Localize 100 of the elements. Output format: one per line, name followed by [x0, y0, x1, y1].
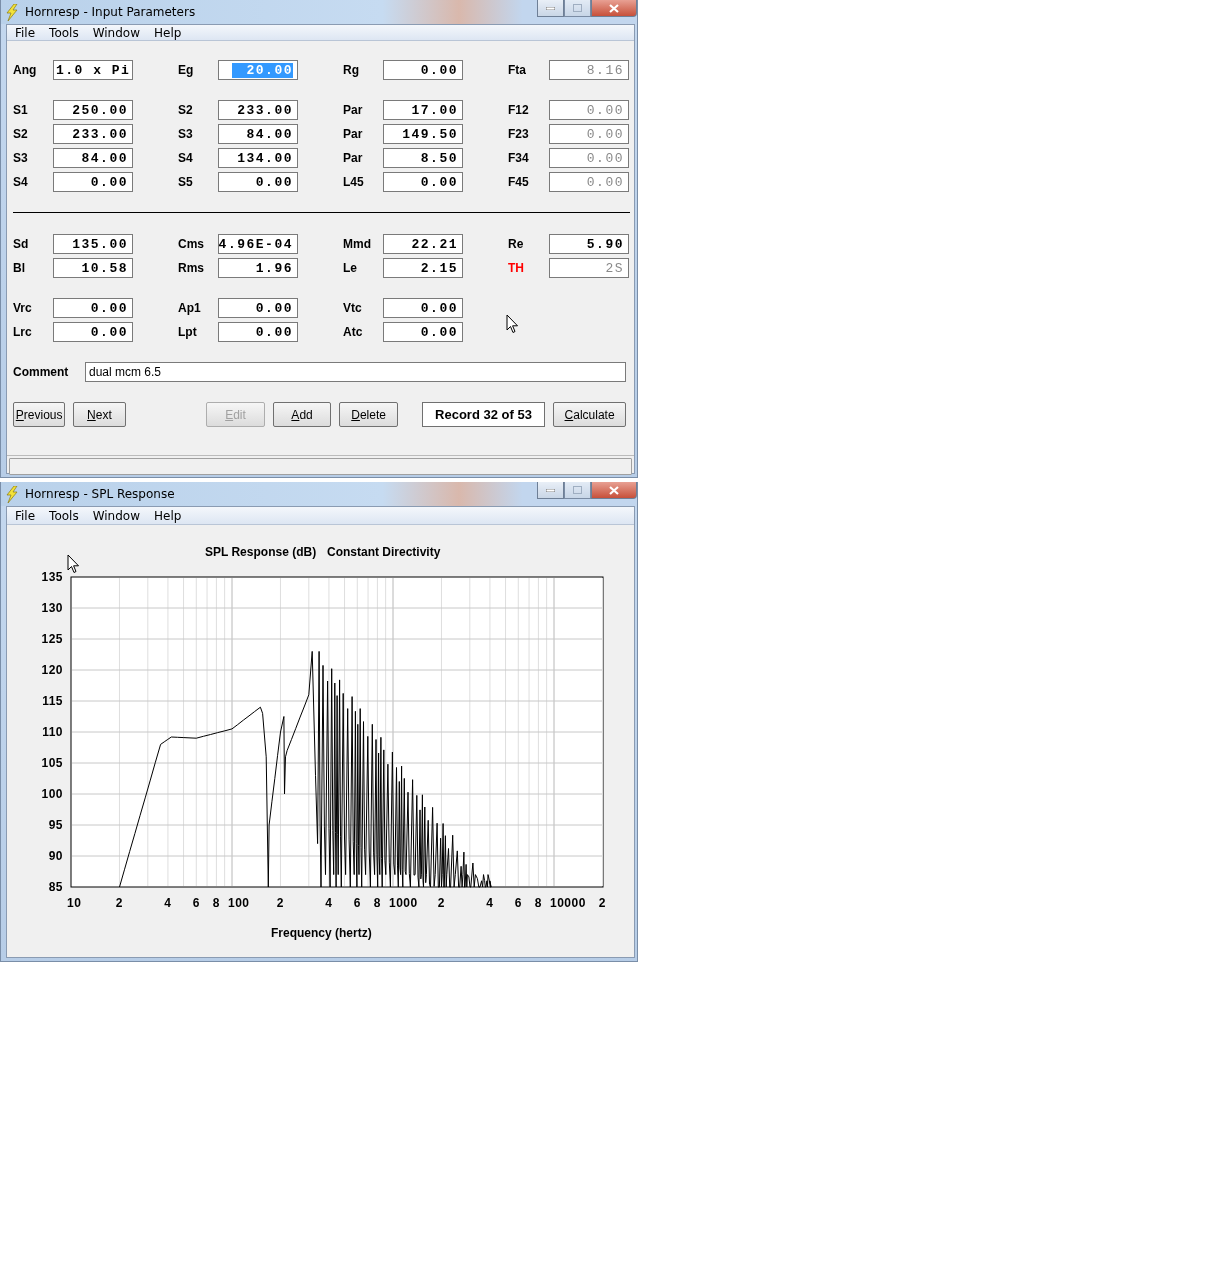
- x-tick-label: 6: [514, 896, 522, 910]
- input-field[interactable]: 0.00: [218, 298, 298, 318]
- field-label: S5: [177, 175, 194, 189]
- field-label: Bl: [13, 261, 26, 275]
- input-field[interactable]: 0.00: [383, 322, 463, 342]
- y-tick-label: 110: [42, 725, 63, 739]
- input-field[interactable]: 0.00: [53, 298, 133, 318]
- field-label: Par: [342, 103, 364, 117]
- maximize-icon: [573, 4, 582, 12]
- field-label: L45: [342, 175, 365, 189]
- field-label: TH: [507, 261, 525, 275]
- input-field[interactable]: 233.00: [53, 124, 133, 144]
- field-label: F23: [507, 127, 530, 141]
- maximize-button[interactable]: [564, 482, 591, 499]
- y-tick-label: 95: [48, 818, 63, 832]
- input-field[interactable]: 0.00: [383, 172, 463, 192]
- menu-item[interactable]: Help: [147, 508, 189, 523]
- input-field[interactable]: 149.50: [383, 124, 463, 144]
- minimize-button[interactable]: [537, 482, 564, 499]
- input-field[interactable]: 5.90: [549, 234, 629, 254]
- field-label: Mmd: [342, 237, 372, 251]
- push-button[interactable]: Delete: [339, 402, 398, 427]
- input-field[interactable]: 0.00: [383, 60, 463, 80]
- field-label: Lpt: [177, 325, 198, 339]
- input-field[interactable]: 250.00: [53, 100, 133, 120]
- x-tick-label: 2: [598, 896, 607, 910]
- menu-item[interactable]: Help: [147, 25, 189, 40]
- comment-field[interactable]: dual mcm 6.5: [85, 362, 626, 382]
- y-tick-label: 105: [41, 756, 63, 770]
- field-label: S3: [177, 127, 194, 141]
- field-label: S1: [13, 103, 29, 117]
- input-field[interactable]: 134.00: [218, 148, 298, 168]
- x-tick-label: 2: [115, 896, 124, 910]
- field-label: Rg: [342, 63, 360, 77]
- field-label: F12: [507, 103, 530, 117]
- menu-item[interactable]: File: [8, 25, 43, 40]
- x-tick-label: 8: [212, 896, 220, 910]
- input-field[interactable]: 84.00: [53, 148, 133, 168]
- menu-item[interactable]: Tools: [42, 508, 86, 523]
- x-tick-label: 8: [373, 896, 381, 910]
- field-label: Par: [342, 151, 364, 165]
- input-field[interactable]: 0.00: [218, 172, 298, 192]
- y-tick-label: 125: [41, 632, 63, 646]
- input-field[interactable]: 0.00: [383, 298, 463, 318]
- x-tick-label: 6: [353, 896, 361, 910]
- field-label: Le: [342, 261, 358, 275]
- field-label: F45: [507, 175, 530, 189]
- input-field[interactable]: 0.00: [53, 322, 133, 342]
- menu-item[interactable]: Tools: [42, 25, 86, 40]
- field-label: Eg: [177, 63, 195, 77]
- input-field[interactable]: 84.00: [218, 124, 298, 144]
- x-tick-label: 2: [276, 896, 285, 910]
- menu-item[interactable]: Window: [85, 508, 147, 523]
- close-icon: [609, 3, 619, 13]
- field-label: S4: [13, 175, 29, 189]
- y-tick-label: 85: [48, 880, 63, 894]
- input-field[interactable]: 10.58: [53, 258, 133, 278]
- y-tick-label: 120: [41, 663, 63, 677]
- x-tick-label: 4: [486, 896, 494, 910]
- field-label: S2: [13, 127, 29, 141]
- input-field[interactable]: 1.96: [218, 258, 298, 278]
- push-button[interactable]: Previous: [13, 402, 66, 427]
- maximize-icon: [573, 486, 582, 494]
- field-label: S4: [177, 151, 194, 165]
- x-tick-label: 4: [164, 896, 172, 910]
- y-tick-label: 115: [42, 694, 63, 708]
- input-field[interactable]: 2.15: [383, 258, 463, 278]
- input-field[interactable]: 22.21: [383, 234, 463, 254]
- field-label: Sd: [13, 237, 30, 251]
- close-button[interactable]: [591, 0, 637, 17]
- input-field[interactable]: 17.00: [383, 100, 463, 120]
- push-button[interactable]: Add: [272, 402, 332, 427]
- chart-title: SPL Response (dB): [205, 545, 317, 559]
- maximize-button[interactable]: [564, 0, 591, 17]
- record-counter: Record 32 of 53: [421, 402, 546, 427]
- minimize-button[interactable]: [537, 0, 564, 17]
- input-field[interactable]: 233.00: [218, 100, 298, 120]
- push-button[interactable]: Calculate: [553, 402, 626, 427]
- field-label: Vrc: [13, 301, 33, 315]
- menu-item[interactable]: File: [8, 508, 43, 523]
- x-tick-label: 8: [534, 896, 542, 910]
- input-field[interactable]: 8.50: [383, 148, 463, 168]
- push-button[interactable]: Next: [73, 402, 126, 427]
- field-label: Ap1: [177, 301, 202, 315]
- y-tick-label: 135: [41, 570, 63, 584]
- mouse-pointer-icon: [67, 554, 80, 574]
- input-field[interactable]: 4.96E-04: [218, 234, 298, 254]
- field-label: Rms: [177, 261, 205, 275]
- input-field[interactable]: 135.00: [53, 234, 133, 254]
- field-label: S3: [13, 151, 29, 165]
- window-title: Hornresp - Input Parameters: [25, 5, 196, 19]
- close-button[interactable]: [591, 482, 637, 499]
- input-field[interactable]: 1.0 x Pi: [53, 60, 133, 80]
- field-label: Vtc: [342, 301, 363, 315]
- x-axis-label: Frequency (hertz): [271, 926, 372, 940]
- input-field[interactable]: 0.00: [218, 322, 298, 342]
- menu-item[interactable]: Window: [85, 25, 147, 40]
- y-tick-label: 90: [48, 849, 63, 863]
- window-title: Hornresp - SPL Response: [25, 487, 175, 501]
- input-field[interactable]: 0.00: [53, 172, 133, 192]
